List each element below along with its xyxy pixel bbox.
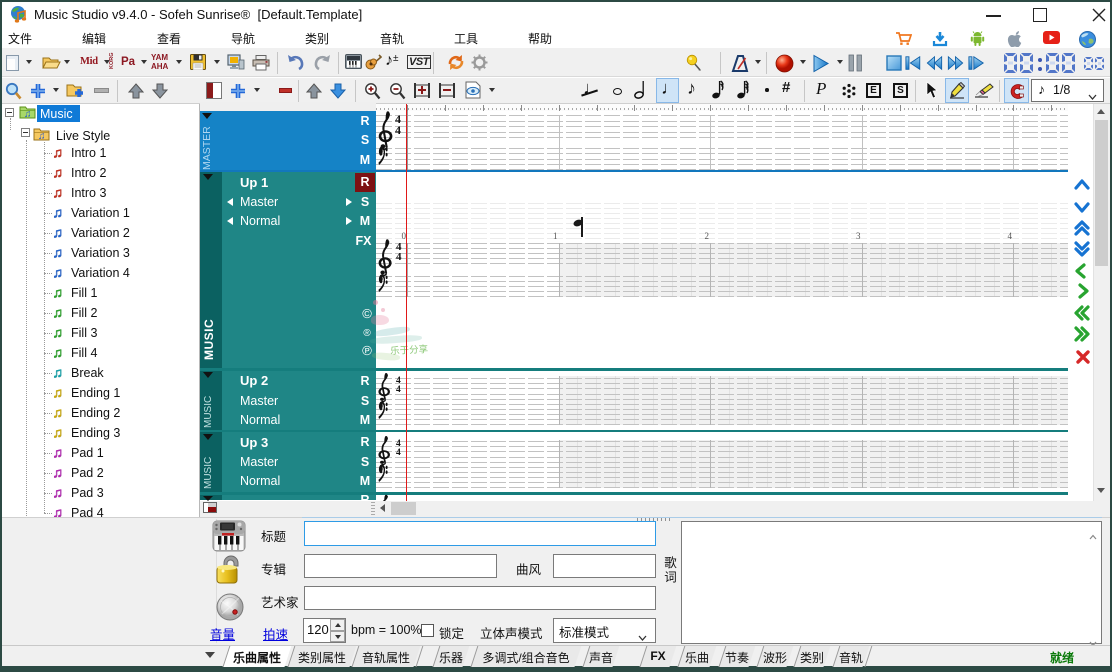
svg-text:♫: ♫ [24, 109, 32, 119]
svg-text:♫: ♫ [38, 131, 46, 141]
